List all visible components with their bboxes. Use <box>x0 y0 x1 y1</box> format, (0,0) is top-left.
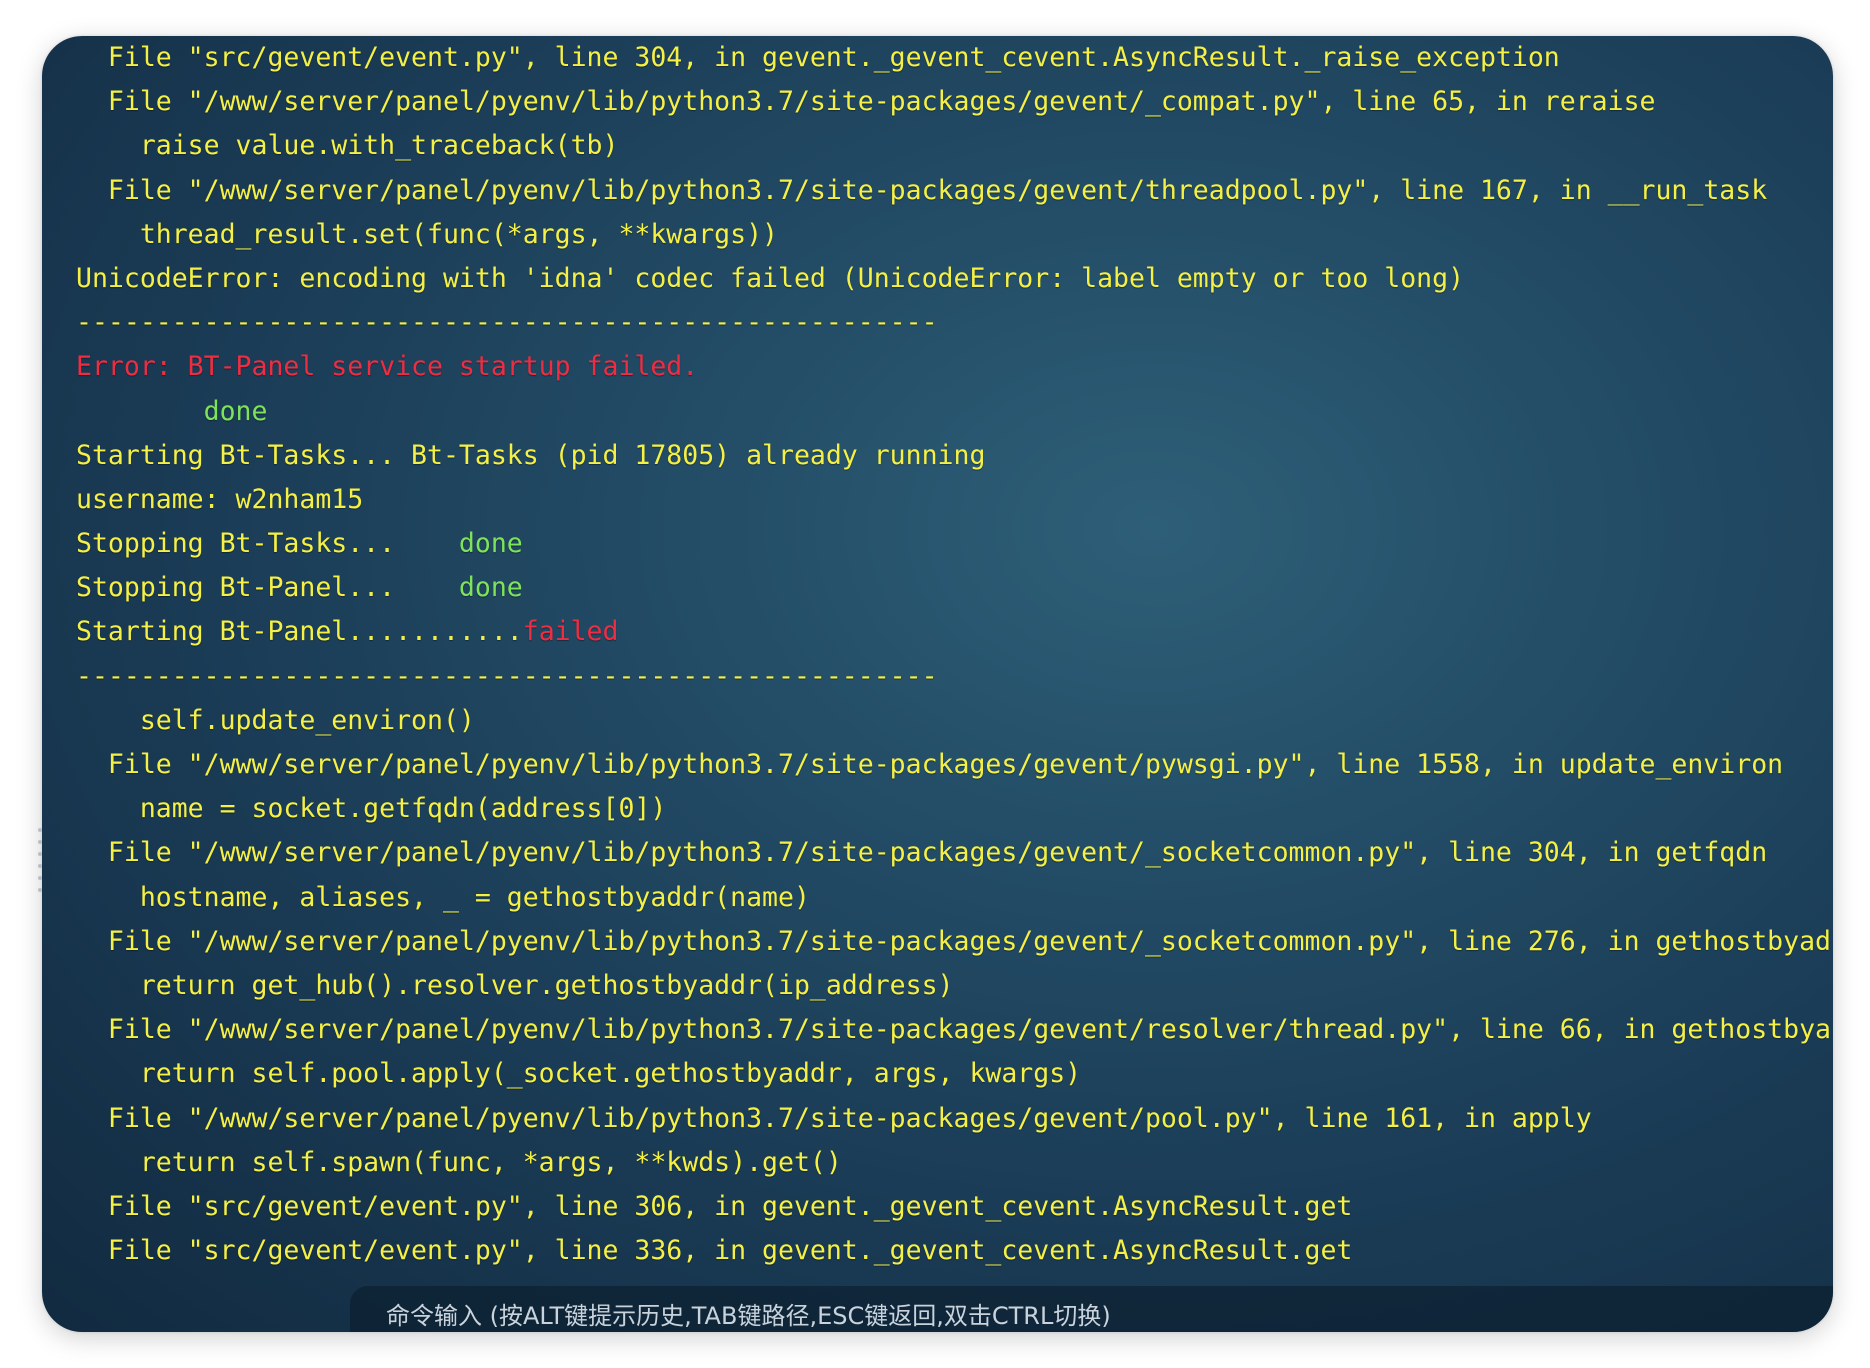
terminal-text: done <box>458 528 523 560</box>
terminal-line: File "src/gevent/event.py", line 336, in… <box>76 1229 1833 1273</box>
terminal-line: thread_result.set(func(*args, **kwargs)) <box>76 213 1833 257</box>
terminal-line: ----------------------------------------… <box>76 655 1833 699</box>
terminal-line: Stopping Bt-Tasks... done <box>76 522 1833 566</box>
terminal-text: name = socket.getfqdn(address[0]) <box>76 793 667 825</box>
terminal-text: hostname, aliases, _ = gethostbyaddr(nam… <box>76 881 810 913</box>
terminal-text: File "/www/server/panel/pyenv/lib/python… <box>76 925 1831 957</box>
terminal-text: ----------------------------------------… <box>76 660 938 692</box>
terminal-line: File "/www/server/panel/pyenv/lib/python… <box>76 80 1833 124</box>
terminal-text: File "src/gevent/event.py", line 336, in… <box>76 1235 1353 1267</box>
terminal-text: File "src/gevent/event.py", line 304, in… <box>76 42 1560 73</box>
terminal-output: File "src/gevent/event.py", line 304, in… <box>76 36 1833 1273</box>
terminal-text: username: w2nham15 <box>76 483 364 515</box>
terminal-text: UnicodeError: encoding with 'idna' codec… <box>76 262 1465 294</box>
terminal-text: File "/www/server/panel/pyenv/lib/python… <box>76 837 1768 869</box>
terminal-line: return get_hub().resolver.gethostbyaddr(… <box>76 964 1833 1008</box>
terminal-line: File "/www/server/panel/pyenv/lib/python… <box>76 831 1833 875</box>
command-input-placeholder[interactable]: 命令输入 (按ALT键提示历史,TAB键路径,ESC键返回,双击CTRL切换) <box>386 1296 1111 1331</box>
terminal-line: return self.spawn(func, *args, **kwds).g… <box>76 1141 1833 1185</box>
terminal-line: ----------------------------------------… <box>76 301 1833 345</box>
terminal-text: Error: BT-Panel service startup failed. <box>76 351 699 383</box>
terminal-line: Stopping Bt-Panel... done <box>76 566 1833 610</box>
terminal-text: File "src/gevent/event.py", line 306, in… <box>76 1190 1353 1222</box>
terminal-text: File "/www/server/panel/pyenv/lib/python… <box>76 1014 1831 1046</box>
terminal-text: done <box>76 395 268 427</box>
terminal-text: File "/www/server/panel/pyenv/lib/python… <box>76 174 1768 206</box>
terminal-line: File "/www/server/panel/pyenv/lib/python… <box>76 1008 1833 1052</box>
terminal-text: raise value.with_traceback(tb) <box>76 130 619 162</box>
terminal-line: File "/www/server/panel/pyenv/lib/python… <box>76 743 1833 787</box>
terminal-line: Starting Bt-Tasks... Bt-Tasks (pid 17805… <box>76 434 1833 478</box>
terminal-text: Stopping Bt-Panel... <box>76 572 459 604</box>
terminal-text: done <box>458 572 523 604</box>
terminal-text: return self.spawn(func, *args, **kwds).g… <box>76 1146 842 1178</box>
terminal-line: File "src/gevent/event.py", line 304, in… <box>76 36 1833 80</box>
terminal-text: thread_result.set(func(*args, **kwargs)) <box>76 218 778 250</box>
terminal-line: File "src/gevent/event.py", line 306, in… <box>76 1185 1833 1229</box>
terminal-text: failed <box>522 616 619 648</box>
terminal-text: File "/www/server/panel/pyenv/lib/python… <box>76 1102 1592 1134</box>
terminal-text: Starting Bt-Panel........... <box>76 616 523 648</box>
terminal-line: done <box>76 390 1833 434</box>
terminal-text: ----------------------------------------… <box>76 307 938 339</box>
terminal-line: File "/www/server/panel/pyenv/lib/python… <box>76 1097 1833 1141</box>
resize-grip-icon[interactable] <box>38 828 44 892</box>
terminal-line: raise value.with_traceback(tb) <box>76 124 1833 168</box>
terminal-line: self.update_environ() <box>76 699 1833 743</box>
terminal-text: return self.pool.apply(_socket.gethostby… <box>76 1058 1082 1090</box>
terminal-line: Error: BT-Panel service startup failed. <box>76 345 1833 389</box>
terminal-window: File "src/gevent/event.py", line 304, in… <box>42 36 1833 1332</box>
terminal-text: Starting Bt-Tasks... Bt-Tasks (pid 17805… <box>76 439 986 471</box>
terminal-line: hostname, aliases, _ = gethostbyaddr(nam… <box>76 876 1833 920</box>
terminal-text: self.update_environ() <box>76 704 475 736</box>
terminal-text: File "/www/server/panel/pyenv/lib/python… <box>76 86 1656 118</box>
terminal-text: Stopping Bt-Tasks... <box>76 528 459 560</box>
terminal-line: name = socket.getfqdn(address[0]) <box>76 787 1833 831</box>
terminal-line: return self.pool.apply(_socket.gethostby… <box>76 1052 1833 1096</box>
terminal-line: username: w2nham15 <box>76 478 1833 522</box>
command-input-bar[interactable]: 命令输入 (按ALT键提示历史,TAB键路径,ESC键返回,双击CTRL切换) <box>350 1286 1833 1332</box>
terminal-line: File "/www/server/panel/pyenv/lib/python… <box>76 920 1833 964</box>
terminal-text: File "/www/server/panel/pyenv/lib/python… <box>76 749 1784 780</box>
terminal-text: return get_hub().resolver.gethostbyaddr(… <box>76 969 954 1001</box>
terminal-line: Starting Bt-Panel...........failed <box>76 610 1833 654</box>
terminal-line: UnicodeError: encoding with 'idna' codec… <box>76 257 1833 301</box>
terminal-line: File "/www/server/panel/pyenv/lib/python… <box>76 169 1833 213</box>
